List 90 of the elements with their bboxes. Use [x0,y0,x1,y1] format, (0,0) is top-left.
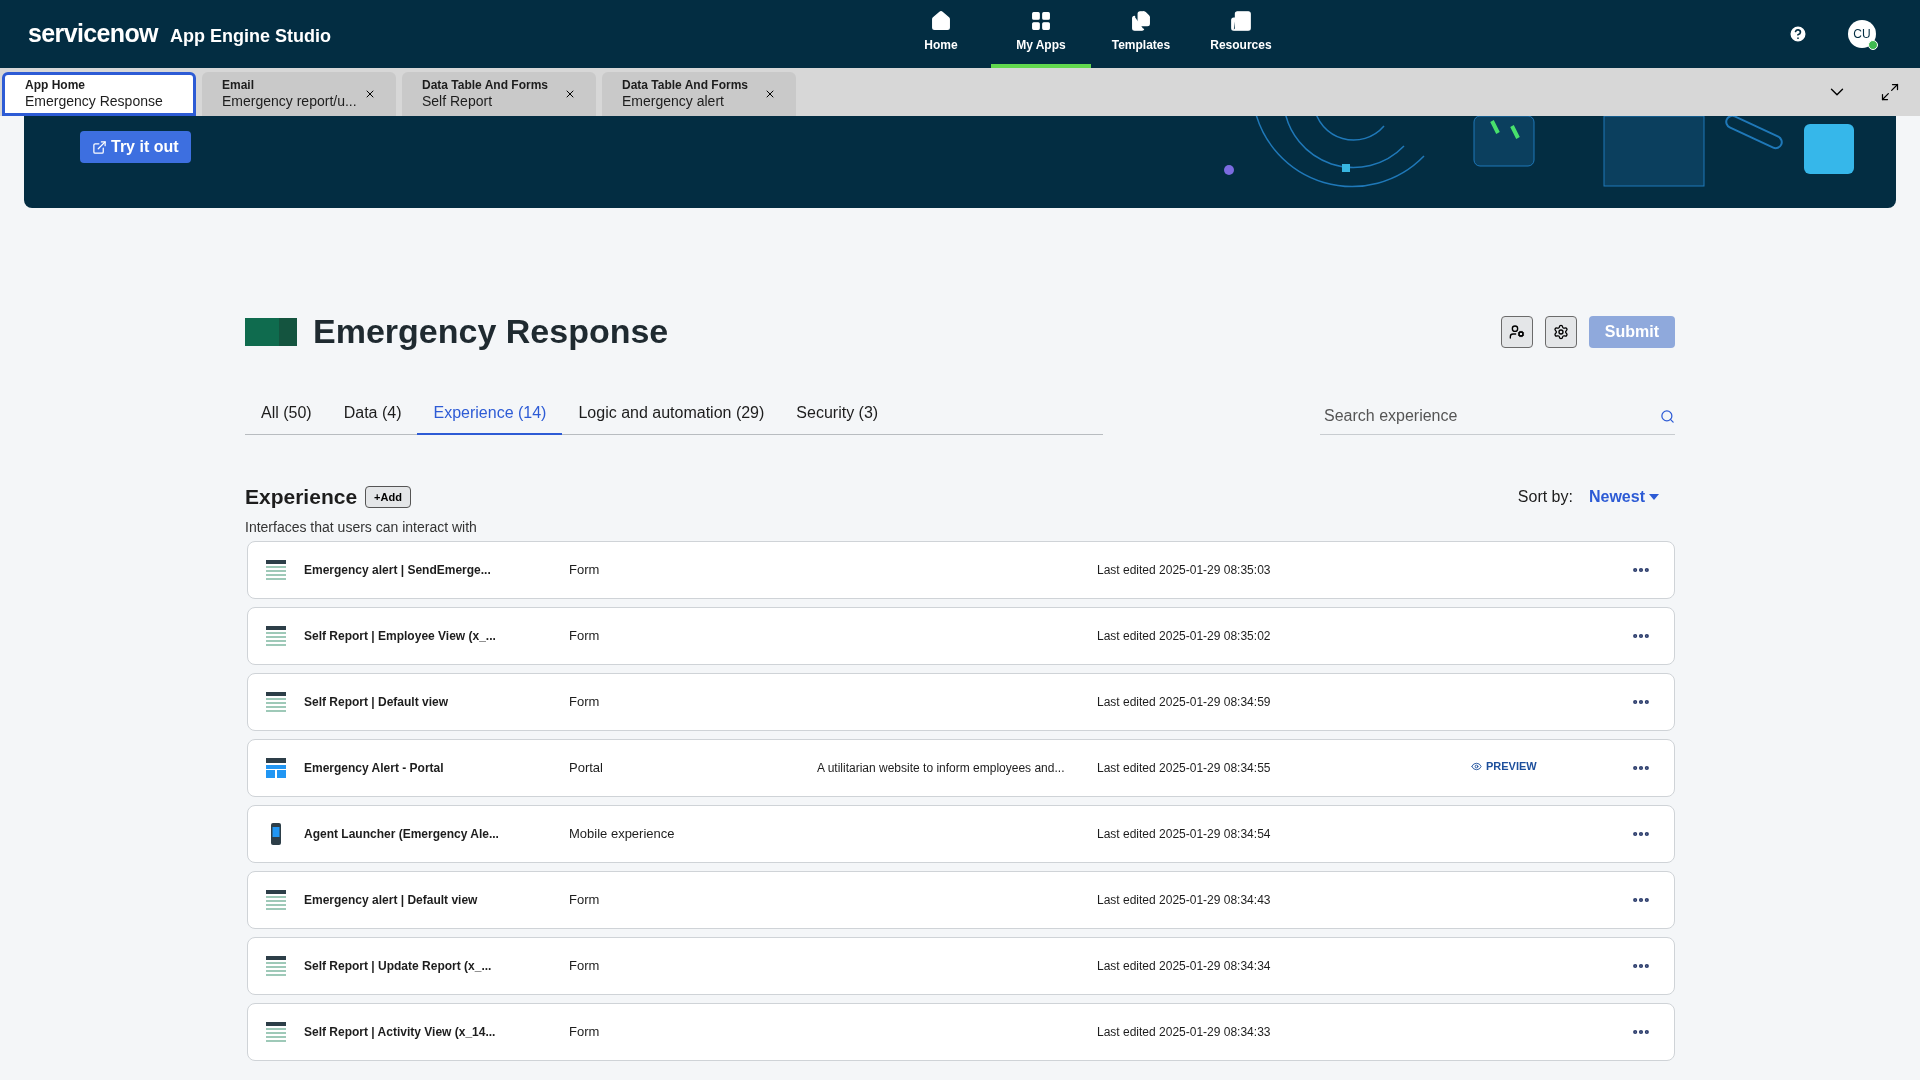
experience-row[interactable]: Self Report | Activity View (x_14... Form Last edited 2025-01-29 08:34:33 [247,1002,1675,1061]
expand-icon[interactable] [1880,82,1900,102]
experience-row[interactable]: Emergency alert | Default view Form Last edited 2025-01-29 08:34:43 [247,870,1675,929]
item-type: Form [569,890,601,909]
nav-item[interactable]: Resources [1190,0,1291,68]
item-type: Form [569,560,601,579]
nav-item[interactable]: Home [890,0,991,68]
last-edited: Last edited 2025-01-29 08:34:43 [1097,891,1272,909]
item-type: Form [569,956,601,975]
app-title: Emergency Response [313,311,669,352]
sort-label: Sort by: [1517,486,1573,507]
item-name: Agent Launcher (Emergency Ale... [304,825,500,843]
filter-tab[interactable]: Experience (14) [417,401,563,435]
experience-row[interactable]: Self Report | Update Report (x_... Form Last edited 2025-01-29 08:34:34 [247,936,1675,995]
help-icon[interactable] [1788,24,1808,44]
section-title: Experience [245,484,358,510]
item-name: Self Report | Employee View (x_... [304,627,497,645]
search-icon [1660,408,1675,424]
product-name: App Engine Studio [169,24,331,48]
preview-link[interactable]: PREVIEW [1471,758,1537,775]
search-field[interactable]: Search experience [1320,404,1660,428]
caret-icon [1649,493,1659,500]
tab-title: Email [222,77,255,93]
table-form-icon [265,558,287,581]
item-name: Emergency alert | Default view [304,891,479,909]
eye-icon [1471,760,1482,772]
item-name: Self Report | Default view [304,693,450,711]
tab-title: Data Table And Forms [422,77,549,93]
last-edited: Last edited 2025-01-29 08:34:33 [1097,1023,1272,1041]
section-description: Interfaces that users can interact with [245,517,478,537]
app-tab[interactable]: App Home Emergency Response [2,72,196,116]
last-edited: Last edited 2025-01-29 08:34:59 [1097,693,1272,711]
tab-subtitle: Self Report [422,92,494,111]
tab-subtitle: Emergency alert [622,92,725,111]
app-tab[interactable]: Data Table And Forms Self Report [402,72,596,116]
close-icon[interactable] [364,88,376,100]
filter-tab[interactable]: All (50) [245,401,328,435]
last-edited: Last edited 2025-01-29 08:34:54 [1097,825,1272,843]
nav-item[interactable]: Templates [1090,0,1191,68]
settings-icon [1552,323,1569,340]
item-name: Emergency alert | SendEmerge... [304,561,492,579]
web-page-icon [265,756,287,779]
item-type: Form [569,692,601,711]
table-form-icon [265,888,287,911]
table-form-icon [265,690,287,713]
item-name: Self Report | Activity View (x_14... [304,1023,497,1041]
item-name: Emergency Alert - Portal [304,759,445,777]
app-logo-icon [245,317,297,346]
settings-button[interactable] [1544,315,1577,348]
close-icon[interactable] [764,88,776,100]
item-type: Portal [569,758,604,777]
table-form-icon [265,954,287,977]
experience-row[interactable]: Self Report | Employee View (x_... Form Last edited 2025-01-29 08:35:02 [247,606,1675,665]
try-it-out-button[interactable]: Try it out [80,131,191,163]
item-name: Self Report | Update Report (x_... [304,957,493,975]
close-icon[interactable] [564,88,576,100]
documents-icon [1129,10,1152,32]
last-edited: Last edited 2025-01-29 08:35:02 [1097,627,1272,645]
user-gear-icon [1508,323,1525,340]
tab-subtitle: Emergency report/u... [222,92,357,111]
filter-tab[interactable]: Security (3) [780,401,895,435]
phone-icon [269,821,283,846]
last-edited: Last edited 2025-01-29 08:35:03 [1097,561,1272,579]
item-type: Mobile experience [569,824,676,843]
item-type: Form [569,626,601,645]
tab-title: App Home [25,77,86,93]
user-avatar[interactable]: CU [1848,20,1876,48]
sort-dropdown[interactable]: Newest [1588,484,1659,509]
app-tab[interactable]: Email Emergency report/u... [202,72,396,116]
tab-title: Data Table And Forms [622,77,749,93]
experience-row[interactable]: Self Report | Default view Form Last edited 2025-01-29 08:34:59 [247,672,1675,731]
item-description: A utilitarian website to inform employees and... [817,759,1066,777]
experience-row[interactable]: Agent Launcher (Emergency Ale... Mobile experience Last edited 2025-01-29 08:34:54 [247,804,1675,863]
experience-row[interactable]: Emergency alert | SendEmerge... Form Last edited 2025-01-29 08:35:03 [247,540,1675,599]
experience-row[interactable]: Emergency Alert - Portal Portal A utilitarian website to inform employees and... Last edited 2025-01-29 08:34:55 PREVIEW [247,738,1675,797]
external-link-icon [92,139,107,155]
home-icon [929,10,952,32]
user-settings-button[interactable] [1500,315,1533,348]
tab-subtitle: Emergency Response [25,92,163,111]
grid-icon [1029,10,1052,32]
table-form-icon [265,624,287,647]
item-type: Form [569,1022,601,1041]
table-form-icon [265,1020,287,1043]
filter-tab[interactable]: Logic and automation (29) [562,401,781,435]
add-button[interactable]: +Add [365,485,411,508]
last-edited: Last edited 2025-01-29 08:34:34 [1097,957,1272,975]
app-tab[interactable]: Data Table And Forms Emergency alert [602,72,796,116]
brand-logo: servicenow [28,18,158,50]
last-edited: Last edited 2025-01-29 08:34:55 [1097,759,1272,777]
filter-tab[interactable]: Data (4) [327,401,418,435]
